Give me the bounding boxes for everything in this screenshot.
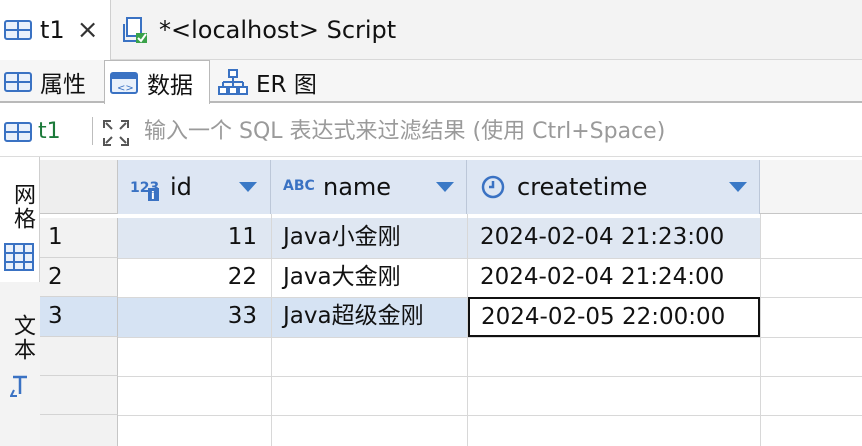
tab-er-diagram[interactable]: ER 图: [214, 60, 338, 103]
side-tab-text[interactable]: 文本: [0, 300, 40, 410]
column-header-id-label: id: [170, 173, 192, 201]
cell-createtime[interactable]: 2024-02-04 21:24:00: [467, 258, 760, 297]
cell-id[interactable]: 22: [118, 258, 271, 297]
sort-dropdown-icon[interactable]: [239, 182, 257, 192]
grid-view-icon: [4, 243, 34, 271]
row-header[interactable]: 2: [40, 258, 118, 297]
sort-dropdown-icon[interactable]: [436, 182, 454, 192]
text-view-icon: [10, 375, 27, 397]
filter-table-label: t1: [38, 119, 61, 144]
numeric-type-icon: 123 i: [130, 180, 159, 202]
table-data-icon: <>: [110, 71, 138, 94]
svg-text:<>: <>: [117, 83, 134, 94]
column-header-id[interactable]: 123 i id: [118, 160, 271, 214]
close-icon[interactable]: ×: [77, 17, 99, 43]
row-number: 3: [48, 303, 63, 329]
cell-createtime[interactable]: 2024-02-04 21:23:00: [467, 218, 760, 258]
table-grid-icon: [4, 20, 32, 40]
side-tab-text-label: 文本: [10, 314, 35, 362]
tab-data[interactable]: <> 数据: [104, 60, 210, 104]
grid-corner[interactable]: [40, 160, 118, 214]
table-grid-icon: [4, 71, 32, 92]
sort-dropdown-icon[interactable]: [729, 182, 747, 192]
cell-name[interactable]: Java小金刚: [271, 218, 467, 258]
row-header-empty: [40, 415, 118, 446]
script-file-icon: [123, 17, 147, 43]
filter-table-name: t1: [4, 119, 61, 144]
tab-properties[interactable]: 属性: [0, 60, 106, 103]
sub-tab-bar: 属性 <> 数据 ER 图: [0, 60, 862, 104]
svg-text:i: i: [151, 189, 155, 202]
row-number: 1: [48, 224, 63, 250]
divider: [92, 117, 93, 145]
row-header[interactable]: 1: [40, 218, 118, 258]
clock-icon: [481, 175, 505, 199]
table-grid-icon: [4, 121, 32, 142]
header-filler: [760, 160, 862, 214]
tab-er-label: ER 图: [256, 71, 317, 98]
column-header-createtime[interactable]: createtime: [467, 160, 760, 214]
side-tab-grid[interactable]: 网格: [0, 157, 40, 282]
side-tab-grid-label: 网格: [10, 183, 35, 231]
column-header-name[interactable]: ABC name: [271, 160, 467, 214]
tab-script[interactable]: *<localhost> Script: [110, 0, 421, 60]
column-header-createtime-label: createtime: [517, 173, 648, 201]
editor-tab-bar: t1 × *<localhost> Script: [0, 0, 862, 60]
er-diagram-icon: [218, 68, 248, 95]
filter-bar: t1: [0, 105, 862, 157]
tab-properties-label: 属性: [40, 71, 86, 98]
tab-t1-label: t1: [40, 16, 65, 44]
text-type-icon: ABC: [283, 178, 315, 194]
row-header-selected[interactable]: 3: [40, 297, 118, 337]
results-grid: 123 i id ABC name createtime 1 2 3 11 Ja…: [40, 160, 862, 446]
cell-id[interactable]: 33: [118, 297, 271, 337]
tab-t1[interactable]: t1 ×: [0, 0, 111, 60]
cell-name[interactable]: Java大金刚: [271, 258, 467, 297]
tab-script-label: *<localhost> Script: [159, 16, 397, 44]
tab-data-label: 数据: [147, 72, 193, 99]
cell-createtime-focused[interactable]: 2024-02-05 22:00:00: [468, 297, 760, 337]
filter-input[interactable]: [144, 113, 844, 149]
expand-icon[interactable]: [102, 119, 130, 147]
row-header-empty: [40, 337, 118, 376]
row-number: 2: [48, 264, 63, 290]
cell-id[interactable]: 11: [118, 218, 271, 258]
row-header-empty: [40, 376, 118, 415]
column-header-name-label: name: [323, 173, 392, 201]
cell-name[interactable]: Java超级金刚: [271, 297, 467, 337]
